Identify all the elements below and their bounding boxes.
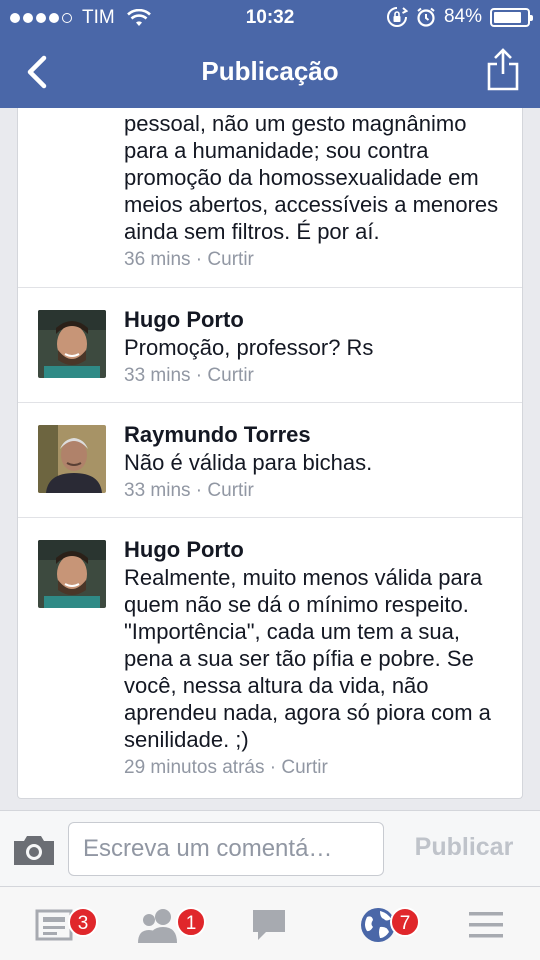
comment-text: Promoção, professor? Rs [124, 335, 374, 360]
status-right: 84% [386, 6, 533, 28]
comment-body: Hugo Porto Realmente, muito menos válida… [124, 536, 504, 781]
avatar[interactable] [38, 540, 106, 608]
profile-photo-hugo [38, 310, 106, 378]
comment-meta: 33 mins · Curtir [124, 363, 504, 389]
like-link[interactable]: Curtir [207, 480, 253, 501]
comment-body: pessoal, não um gesto magnânimo para a h… [124, 110, 504, 273]
tab-more[interactable] [460, 899, 520, 947]
comment-time: 33 mins [124, 365, 191, 386]
meta-separator: · [190, 249, 208, 270]
comment-meta: 36 mins · Curtir [124, 247, 504, 273]
tab-bar: 3 1 7 [0, 886, 540, 960]
friend-requests-badge: 1 [176, 907, 206, 937]
comment-input[interactable] [68, 822, 384, 876]
menu-icon [469, 912, 503, 938]
meta-separator: · [190, 365, 208, 386]
commenter-name[interactable]: Hugo Porto [124, 536, 504, 564]
share-button[interactable] [486, 48, 520, 92]
battery-icon [490, 7, 533, 27]
comment-item: Hugo Porto Promoção, professor? Rs 33 mi… [18, 288, 522, 403]
like-link[interactable]: Curtir [281, 757, 327, 778]
commenter-name[interactable]: Hugo Porto [124, 306, 504, 334]
comment-body: Raymundo Torres Não é válida para bichas… [124, 421, 504, 504]
tab-friend-requests[interactable]: 1 [134, 899, 206, 947]
comment-composer: Publicar [0, 810, 540, 886]
comment-time: 29 minutos atrás [124, 757, 265, 778]
status-bar: TIM 10:32 84% [0, 0, 540, 36]
profile-photo-raymundo [38, 425, 106, 493]
tab-notifications[interactable]: 7 [352, 899, 420, 947]
comment-item: Raymundo Torres Não é válida para bichas… [18, 403, 522, 518]
comment-text: Realmente, muito menos válida para quem … [124, 565, 491, 752]
comment-meta: 33 mins · Curtir [124, 478, 504, 504]
comment-text: Não é válida para bichas. [124, 450, 373, 475]
like-link[interactable]: Curtir [207, 249, 253, 270]
comment-time: 36 mins [124, 249, 191, 270]
notifications-badge: 7 [390, 907, 420, 937]
commenter-name[interactable]: Raymundo Torres [124, 421, 504, 449]
camera-button[interactable] [12, 833, 56, 867]
battery-percent: 84% [443, 6, 482, 27]
publish-button[interactable]: Publicar [394, 833, 534, 867]
comment-item: pessoal, não um gesto magnânimo para a h… [18, 108, 522, 288]
battery-level [494, 11, 521, 23]
like-link[interactable]: Curtir [207, 365, 253, 386]
comment-time: 33 mins [124, 480, 191, 501]
alarm-clock-icon [417, 7, 435, 27]
comment-text: pessoal, não um gesto magnânimo para a h… [124, 111, 499, 244]
navigation-bar: Publicação [0, 36, 540, 108]
news-feed-badge: 3 [68, 907, 98, 937]
tab-news-feed[interactable]: 3 [30, 899, 98, 947]
profile-photo-hugo [38, 540, 106, 608]
page-title: Publicação [201, 56, 339, 86]
tab-messages[interactable] [242, 899, 302, 947]
messages-icon [253, 910, 285, 940]
rotation-lock-icon [387, 7, 408, 27]
app-header: TIM 10:32 84% Publicação [0, 0, 540, 108]
comment-meta: 29 minutos atrás · Curtir [124, 755, 504, 781]
avatar[interactable] [38, 310, 106, 378]
comment-item: Hugo Porto Realmente, muito menos válida… [18, 518, 522, 798]
friend-requests-icon [138, 909, 177, 943]
avatar[interactable] [38, 425, 106, 493]
meta-separator: · [190, 480, 208, 501]
comments-card: pessoal, não um gesto magnânimo para a h… [17, 108, 523, 799]
comment-body: Hugo Porto Promoção, professor? Rs 33 mi… [124, 306, 504, 389]
meta-separator: · [264, 757, 282, 778]
